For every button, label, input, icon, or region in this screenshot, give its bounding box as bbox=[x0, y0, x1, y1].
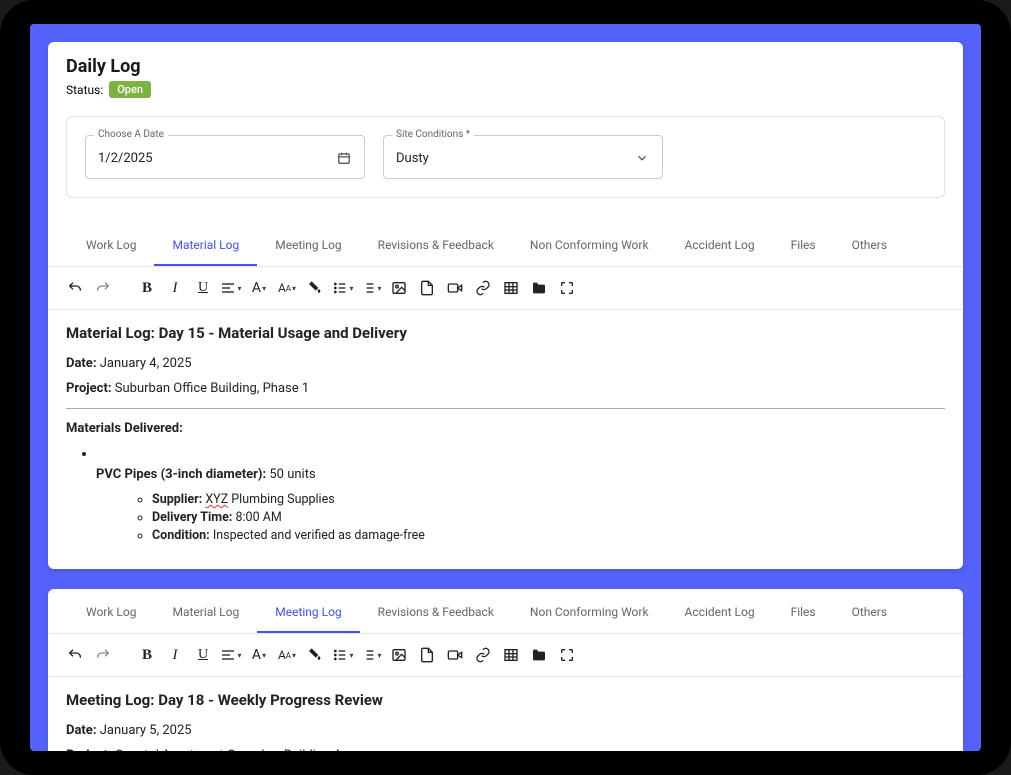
numbered-list-button[interactable] bbox=[358, 275, 384, 301]
tab-meeting-log[interactable]: Meeting Log bbox=[257, 593, 359, 633]
file-icon[interactable] bbox=[414, 642, 440, 668]
link-icon[interactable] bbox=[470, 275, 496, 301]
font-color-button[interactable]: A bbox=[246, 275, 272, 301]
tab-files[interactable]: Files bbox=[773, 226, 834, 266]
delivery-time-value: 8:00 AM bbox=[232, 510, 281, 525]
supplier-tail: Plumbing Supplies bbox=[228, 492, 334, 507]
paint-format-icon[interactable] bbox=[302, 642, 328, 668]
editor1-date-label: Date: bbox=[66, 356, 97, 371]
font-color-button[interactable]: A bbox=[246, 642, 272, 668]
calendar-icon[interactable] bbox=[336, 150, 352, 166]
editor1-title: Material Log: Day 15 - Material Usage an… bbox=[66, 324, 945, 342]
pvc-value: 50 units bbox=[266, 467, 316, 482]
date-value: 1/2/2025 bbox=[98, 151, 336, 166]
site-conditions-label: Site Conditions * bbox=[392, 129, 474, 140]
tab-ncw[interactable]: Non Conforming Work bbox=[512, 593, 667, 633]
image-icon[interactable] bbox=[386, 275, 412, 301]
video-icon[interactable] bbox=[442, 275, 468, 301]
divider bbox=[66, 408, 945, 409]
page-title: Daily Log bbox=[66, 56, 945, 77]
delivery-time-label: Delivery Time: bbox=[152, 510, 232, 525]
tab-work-log[interactable]: Work Log bbox=[68, 226, 154, 266]
bold-button[interactable]: B bbox=[134, 275, 160, 301]
tab-meeting-log[interactable]: Meeting Log bbox=[257, 226, 359, 266]
font-size-button[interactable]: AA bbox=[274, 642, 300, 668]
editor1-project-label: Project: bbox=[66, 381, 112, 396]
align-button[interactable] bbox=[218, 275, 244, 301]
daily-log-card: Daily Log Status: Open Choose A Date 1/2… bbox=[48, 42, 963, 569]
form-panel: Choose A Date 1/2/2025 Site Conditions *… bbox=[66, 116, 945, 198]
tab-work-log[interactable]: Work Log bbox=[68, 593, 154, 633]
bold-button[interactable]: B bbox=[134, 642, 160, 668]
bullet-list-button[interactable] bbox=[330, 642, 356, 668]
tab-material-log[interactable]: Material Log bbox=[154, 226, 257, 266]
redo-icon[interactable] bbox=[90, 275, 116, 301]
editor-content-1[interactable]: Material Log: Day 15 - Material Usage an… bbox=[48, 310, 963, 569]
editor2-title: Meeting Log: Day 18 - Weekly Progress Re… bbox=[66, 691, 945, 709]
condition-value: Inspected and verified as damage-free bbox=[210, 528, 425, 543]
tab-files[interactable]: Files bbox=[773, 593, 834, 633]
redo-icon[interactable] bbox=[90, 642, 116, 668]
numbered-list-button[interactable] bbox=[358, 642, 384, 668]
date-field[interactable]: Choose A Date 1/2/2025 bbox=[85, 135, 365, 179]
date-label: Choose A Date bbox=[94, 129, 168, 140]
bullet-list-button[interactable] bbox=[330, 275, 356, 301]
meeting-log-card: Work Log Material Log Meeting Log Revisi… bbox=[48, 589, 963, 751]
supplier-label: Supplier: bbox=[152, 492, 202, 507]
list-item bbox=[96, 446, 945, 461]
pvc-label: PVC Pipes (3-inch diameter): bbox=[96, 467, 266, 482]
tablet-screen[interactable]: Daily Log Status: Open Choose A Date 1/2… bbox=[30, 24, 981, 751]
materials-delivered-label: Materials Delivered: bbox=[66, 421, 183, 436]
tab-revisions[interactable]: Revisions & Feedback bbox=[360, 226, 512, 266]
link-icon[interactable] bbox=[470, 642, 496, 668]
align-button[interactable] bbox=[218, 642, 244, 668]
image-icon[interactable] bbox=[386, 642, 412, 668]
fullscreen-icon[interactable] bbox=[554, 642, 580, 668]
editor2-project-label: Project: bbox=[66, 748, 112, 751]
undo-icon[interactable] bbox=[62, 275, 88, 301]
editor2-project-value: Coastal Apartment Complex, Building A bbox=[112, 748, 343, 751]
underline-button[interactable]: U bbox=[190, 275, 216, 301]
editor2-date-label: Date: bbox=[66, 723, 97, 738]
tab-ncw[interactable]: Non Conforming Work bbox=[512, 226, 667, 266]
list-item: Condition: Inspected and verified as dam… bbox=[152, 528, 945, 543]
status-badge: Open bbox=[109, 81, 151, 98]
font-size-button[interactable]: AA bbox=[274, 275, 300, 301]
folder-icon[interactable] bbox=[526, 642, 552, 668]
italic-button[interactable]: I bbox=[162, 275, 188, 301]
tab-material-log[interactable]: Material Log bbox=[154, 593, 257, 633]
video-icon[interactable] bbox=[442, 642, 468, 668]
editor2-date-value: January 5, 2025 bbox=[97, 723, 192, 738]
tab-revisions[interactable]: Revisions & Feedback bbox=[360, 593, 512, 633]
chevron-down-icon[interactable] bbox=[634, 150, 650, 166]
tabs-row-2: Work Log Material Log Meeting Log Revisi… bbox=[48, 589, 963, 634]
site-conditions-value: Dusty bbox=[396, 151, 634, 166]
italic-button[interactable]: I bbox=[162, 642, 188, 668]
list-item: Delivery Time: 8:00 AM bbox=[152, 510, 945, 525]
table-icon[interactable] bbox=[498, 642, 524, 668]
editor1-date-value: January 4, 2025 bbox=[97, 356, 192, 371]
tab-others[interactable]: Others bbox=[834, 226, 905, 266]
supplier-redline: XYZ bbox=[205, 492, 228, 507]
underline-button[interactable]: U bbox=[190, 642, 216, 668]
site-conditions-field[interactable]: Site Conditions * Dusty bbox=[383, 135, 663, 179]
undo-icon[interactable] bbox=[62, 642, 88, 668]
status-label: Status: bbox=[66, 83, 103, 97]
editor-toolbar-2: B I U A AA bbox=[48, 634, 963, 677]
tabs-row-1: Work Log Material Log Meeting Log Revisi… bbox=[48, 226, 963, 267]
folder-icon[interactable] bbox=[526, 275, 552, 301]
list-item: Supplier: XYZ Plumbing Supplies bbox=[152, 492, 945, 507]
tab-accident[interactable]: Accident Log bbox=[667, 226, 773, 266]
fullscreen-icon[interactable] bbox=[554, 275, 580, 301]
editor-content-2[interactable]: Meeting Log: Day 18 - Weekly Progress Re… bbox=[48, 677, 963, 751]
tab-others[interactable]: Others bbox=[834, 593, 905, 633]
editor1-project-value: Suburban Office Building, Phase 1 bbox=[112, 381, 310, 396]
editor-toolbar-1: B I U A AA bbox=[48, 267, 963, 310]
tablet-frame: Daily Log Status: Open Choose A Date 1/2… bbox=[0, 0, 1011, 775]
file-icon[interactable] bbox=[414, 275, 440, 301]
tab-accident[interactable]: Accident Log bbox=[667, 593, 773, 633]
condition-label: Condition: bbox=[152, 528, 210, 543]
paint-format-icon[interactable] bbox=[302, 275, 328, 301]
table-icon[interactable] bbox=[498, 275, 524, 301]
